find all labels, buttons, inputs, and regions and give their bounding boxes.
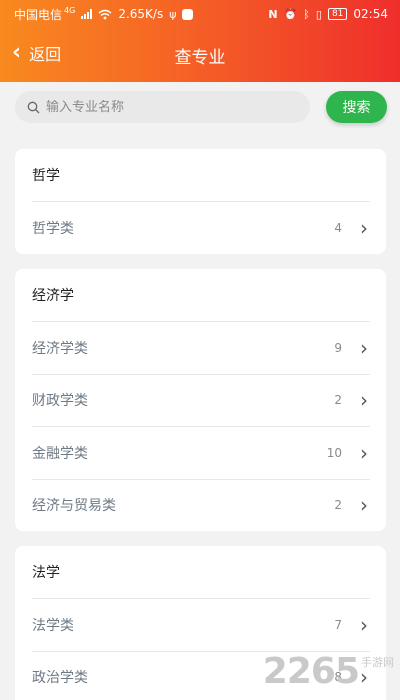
list-item-label: 经济学类 (32, 340, 88, 357)
network-type-label: 4G (64, 5, 76, 15)
list-item-label: 哲学类 (32, 220, 74, 237)
list-item-label: 金融学类 (32, 445, 88, 462)
section-card-philosophy: 哲学 哲学类 4 › (15, 149, 386, 254)
list-item[interactable]: 经济学类 9 › (32, 321, 370, 374)
wifi-icon (98, 9, 112, 19)
nfc-icon: N (268, 7, 278, 21)
section-card-economics: 经济学 经济学类 9 › 财政学类 2 › 金融学类 10 › 经济与贸易类 2… (15, 269, 386, 531)
status-right: N ⏰ ᛒ ▯ 81 02:54 (268, 7, 388, 21)
list-item[interactable]: 金融学类 10 › (32, 426, 370, 479)
usb-icon: ψ (169, 7, 177, 21)
nav-bar: ‹ 返回 查专业 (0, 28, 400, 82)
app-notification-icon (182, 8, 194, 20)
back-button[interactable]: ‹ 返回 (12, 41, 61, 65)
list-item-label: 政治学类 (32, 670, 88, 687)
list-item-count: 10 (326, 445, 342, 460)
list-item-count: 9 (334, 340, 342, 355)
status-bar: 中国电信 4G 2.65K/s ψ N ⏰ ᛒ ▯ 81 02:54 (0, 0, 400, 28)
alarm-icon: ⏰ (283, 7, 298, 21)
site-watermark: 2265 手游网 (263, 651, 394, 692)
watermark-logo-text: 手游网 (361, 656, 394, 669)
status-left: 中国电信 4G 2.65K/s ψ (14, 5, 194, 23)
vibrate-icon: ▯ (315, 7, 322, 21)
chevron-right-icon: › (360, 493, 368, 518)
list-item-label: 法学类 (32, 617, 74, 634)
search-row: 搜索 (15, 91, 387, 123)
list-item-count: 7 (334, 617, 342, 632)
list-item-label: 经济与贸易类 (32, 498, 116, 515)
search-input[interactable] (46, 99, 286, 115)
battery-icon: 81 (327, 8, 348, 20)
search-button[interactable]: 搜索 (326, 91, 387, 123)
signal-icon (81, 9, 93, 19)
list-item[interactable]: 哲学类 4 › (32, 201, 370, 254)
list-item-count: 4 (334, 220, 342, 235)
back-label: 返回 (29, 45, 62, 64)
chevron-right-icon: › (360, 612, 368, 637)
carrier-label: 中国电信 (14, 7, 63, 22)
list-item[interactable]: 经济与贸易类 2 › (32, 478, 370, 532)
section-title: 经济学 (32, 288, 74, 304)
network-speed: 2.65K/s (118, 7, 164, 21)
chevron-right-icon: › (360, 215, 368, 240)
bluetooth-icon: ᛒ (303, 7, 310, 21)
chevron-left-icon: ‹ (12, 40, 22, 65)
search-box[interactable] (15, 91, 310, 123)
list-item-label: 财政学类 (32, 393, 88, 410)
chevron-right-icon: › (360, 440, 368, 465)
clock-time: 02:54 (353, 7, 388, 21)
list-item-count: 2 (334, 393, 342, 408)
section-title: 哲学 (32, 168, 60, 184)
list-item-count: 2 (334, 498, 342, 513)
watermark-logo-number: 2265 (262, 651, 360, 692)
chevron-right-icon: › (360, 335, 368, 360)
list-item[interactable]: 财政学类 2 › (32, 373, 370, 427)
search-icon (27, 101, 40, 113)
section-title: 法学 (32, 565, 60, 581)
header-bar: 中国电信 4G 2.65K/s ψ N ⏰ ᛒ ▯ 81 02:54 ‹ 返回 … (0, 0, 400, 82)
chevron-right-icon: › (360, 388, 368, 413)
list-item[interactable]: 法学类 7 › (32, 598, 370, 651)
